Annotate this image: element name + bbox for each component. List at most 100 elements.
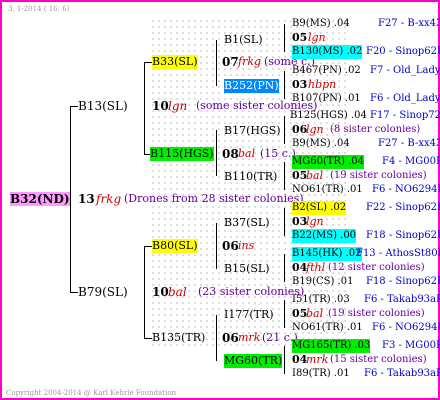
- gen4-origin: F6 - NO6294R: [372, 184, 440, 195]
- gen4-queen: B467(PN) .02: [292, 65, 361, 76]
- gen2-note: (15 c.): [260, 147, 296, 160]
- gen4-origin: F6 - Takab93aR: [364, 294, 440, 305]
- gen4-queen: B145(HK) .02: [292, 247, 362, 261]
- tree-line: [216, 130, 217, 176]
- gen2-breeder: ins: [238, 239, 255, 252]
- gen3-breeder: mrk: [306, 353, 329, 366]
- gen3-note: (8 sister colonies): [330, 124, 421, 135]
- tree-line: [144, 338, 152, 339]
- gen3-queen: B1(SL): [224, 33, 263, 46]
- gen3-breeder: bal: [306, 307, 324, 320]
- gen4-origin: F22 - Sinop62R: [366, 202, 440, 213]
- tree-line: [284, 162, 285, 190]
- tree-line: [284, 24, 285, 52]
- gen3-queen: B110(TR): [224, 170, 278, 183]
- root-num: 13: [78, 192, 95, 206]
- gen2-num: 08: [222, 147, 239, 161]
- gen4-queen: MG165(TR) .03: [292, 339, 371, 353]
- root-breeder: frkg: [96, 192, 122, 206]
- tree-line: [216, 223, 217, 269]
- gen2-queen: B135(TR): [152, 331, 206, 344]
- gen4-origin: F6 - Old_Lady: [370, 93, 440, 104]
- tree-line: [284, 71, 285, 99]
- tree-line: [284, 208, 285, 236]
- tree-line: [284, 300, 285, 328]
- gen1-breeder: bal: [168, 285, 187, 299]
- gen4-queen: B107(PN) .01: [292, 93, 361, 104]
- gen4-origin: F18 - Sinop62R: [366, 230, 440, 241]
- gen3-queen: B17(HGS): [224, 124, 281, 137]
- header-date: 3. 1-2014 ( 16: 6): [8, 5, 70, 13]
- gen3-queen: B252(PN): [224, 79, 279, 93]
- gen3-note: (19 sister colonies): [328, 308, 425, 319]
- gen1-note: (23 sister colonies): [198, 285, 305, 298]
- gen3-breeder: fthl: [306, 261, 326, 274]
- gen4-queen: I89(TR) .01: [292, 368, 350, 379]
- gen4-queen: B130(MS) .02: [292, 45, 363, 59]
- gen4-origin: F6 - NO6294R: [372, 322, 440, 333]
- gen3-num: 05: [292, 31, 308, 44]
- gen2-breeder: mrk: [238, 331, 261, 344]
- gen4-origin: F17 - Sinop72R: [370, 110, 440, 121]
- tree-line: [70, 106, 78, 107]
- gen3-queen: MG60(TR): [224, 354, 283, 368]
- gen4-origin: F3 - MG00R: [382, 340, 440, 351]
- gen4-queen: B2(SL) .02: [292, 201, 347, 215]
- gen4-origin: F4 - MG00R: [382, 156, 440, 167]
- gen3-breeder: lgn: [308, 31, 326, 44]
- gen4-queen: NO61(TR) .01: [292, 184, 363, 195]
- gen1-breeder: lgn: [168, 99, 188, 113]
- tree-line: [70, 106, 71, 292]
- gen4-origin: F20 - Sinop62R: [366, 46, 440, 57]
- tree-line: [144, 62, 145, 154]
- gen2-breeder: frkg: [238, 55, 262, 68]
- root-note: (Drones from 28 sister colonies): [124, 192, 304, 205]
- gen3-note: (12 sister colonies): [328, 262, 425, 273]
- gen3-num: 03: [292, 78, 308, 91]
- tree-line: [284, 346, 285, 374]
- gen4-origin: F27 - B-xx43: [378, 18, 440, 29]
- gen2-breeder: bal: [238, 147, 256, 160]
- gen2-num: 06: [222, 239, 239, 253]
- gen4-origin: F6 - Takab93aR: [364, 368, 440, 379]
- gen3-note: (19 sister colonies): [330, 170, 427, 181]
- gen1-queen: B79(SL): [78, 285, 128, 299]
- gen4-origin: F27 - B-xx43: [378, 138, 440, 149]
- tree-line: [216, 40, 217, 86]
- gen2-queen: B80(SL): [152, 239, 198, 253]
- gen4-origin: F7 - Old_Lady: [370, 65, 440, 76]
- gen4-queen: B9(MS) .04: [292, 18, 350, 29]
- gen3-queen: B15(SL): [224, 262, 270, 275]
- gen2-queen: B115(HGS): [150, 147, 214, 161]
- gen1-num: 10: [152, 285, 169, 299]
- gen4-queen: NO61(TR) .01: [292, 322, 363, 333]
- gen3-queen: I177(TR): [224, 308, 274, 321]
- tree-line: [216, 315, 217, 361]
- gen4-origin: F13 - AthosSt80R: [356, 248, 440, 259]
- gen2-num: 06: [222, 331, 239, 345]
- gen4-queen: MG60(TR) .04: [292, 155, 365, 169]
- tree-line: [144, 246, 145, 338]
- gen4-queen: I51(TR) .03: [292, 294, 350, 305]
- gen3-breeder: hbpn: [308, 78, 337, 91]
- tree-line: [144, 62, 152, 63]
- gen4-queen: B9(MS) .04: [292, 138, 350, 149]
- gen2-queen: B33(SL): [152, 55, 198, 69]
- gen3-breeder: bal: [306, 169, 324, 182]
- copyright: Copyright 2004-2014 @ Karl Kehrle Founda…: [6, 389, 177, 397]
- gen4-queen: B22(MS) .00: [292, 229, 357, 243]
- tree-line: [284, 116, 285, 144]
- gen3-breeder: lgn: [306, 215, 324, 228]
- gen1-queen: B13(SL): [78, 99, 128, 113]
- gen4-queen: B125(HGS) .04: [290, 110, 367, 121]
- tree-line: [70, 292, 78, 293]
- gen4-queen: B19(CS) .01: [292, 276, 354, 287]
- gen3-note: (15 sister colonies): [330, 354, 427, 365]
- gen2-num: 07: [222, 55, 239, 69]
- tree-line: [144, 246, 152, 247]
- gen4-origin: F18 - Sinop62R: [366, 276, 440, 287]
- root-queen: B32(ND): [10, 192, 70, 206]
- gen1-num: 10: [152, 99, 169, 113]
- gen3-queen: B37(SL): [224, 216, 270, 229]
- gen3-breeder: lgn: [306, 123, 324, 136]
